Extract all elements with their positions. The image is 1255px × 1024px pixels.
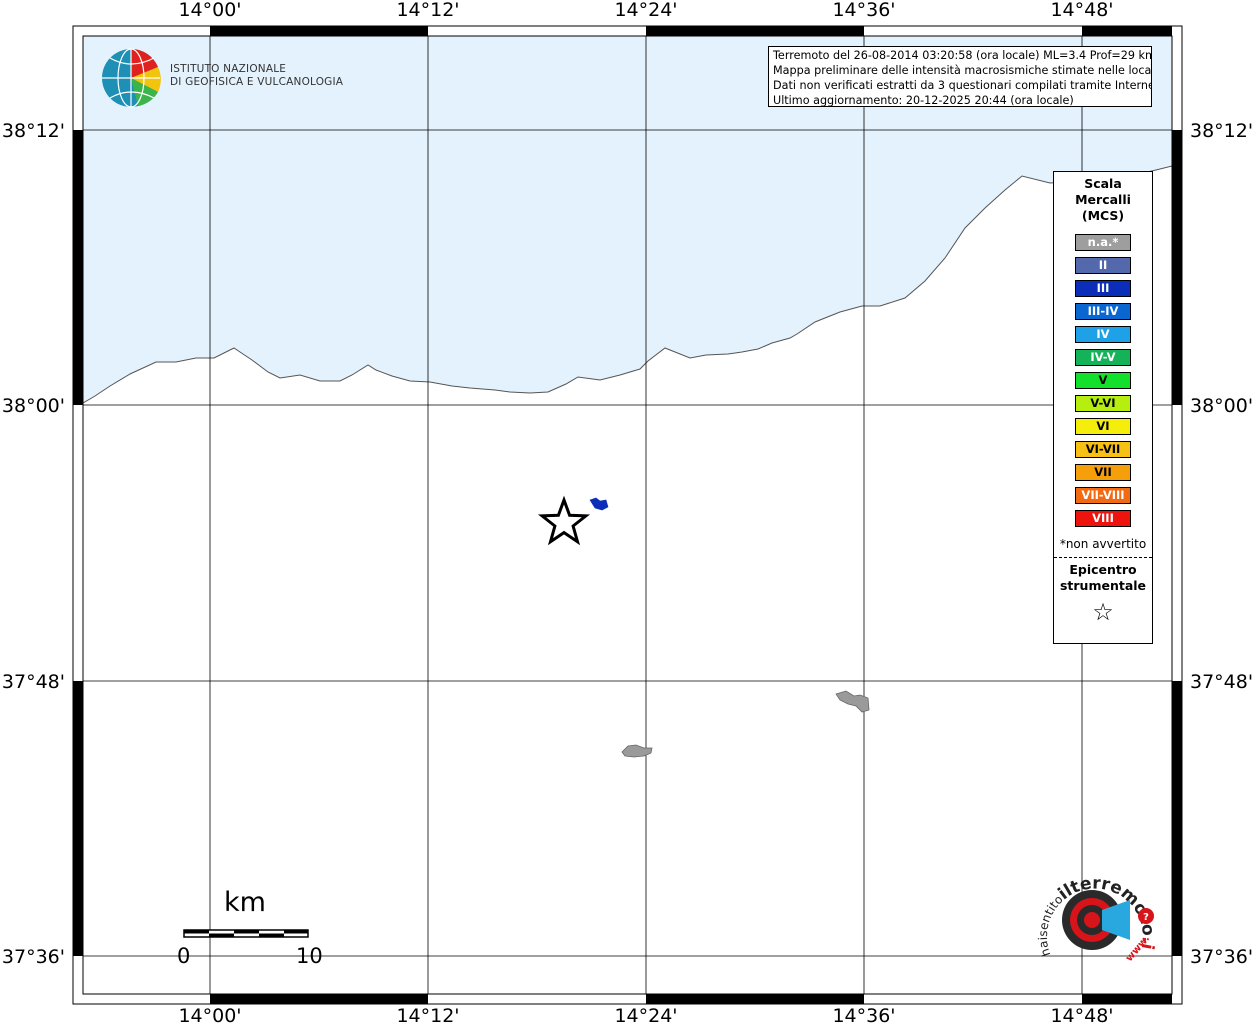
lat-label: 38°12'	[2, 120, 65, 142]
legend-swatch: IV	[1075, 326, 1131, 343]
legend-swatch: VI-VII	[1075, 441, 1131, 458]
lat-label: 37°36'	[1190, 946, 1253, 968]
lat-labels-right: 38°12' 38°00' 37°48' 37°36'	[1190, 120, 1253, 968]
institute-name: ISTITUTO NAZIONALE DI GEOFISICA E VULCAN…	[170, 63, 343, 89]
lat-label: 37°48'	[1190, 671, 1253, 693]
lat-label: 38°00'	[2, 395, 65, 417]
lon-label: 14°36'	[832, 0, 895, 21]
lon-label: 14°36'	[832, 1005, 895, 1024]
lat-label: 37°36'	[2, 946, 65, 968]
institute-name-line1: ISTITUTO NAZIONALE	[170, 63, 287, 75]
institute-name-line2: DI GEOFISICA E VULCANOLOGIA	[170, 76, 344, 88]
lon-label: 14°48'	[1050, 1005, 1113, 1024]
legend-epicenter-label: Epicentro strumentale	[1054, 562, 1152, 594]
lon-label: 14°12'	[396, 0, 459, 21]
legend-swatch: IV-V	[1075, 349, 1131, 366]
event-info-line4: Ultimo aggiornamento: 20-12-2025 20:44 (…	[773, 94, 1074, 107]
legend-swatch: VII-VIII	[1075, 487, 1131, 504]
scale-unit: km	[224, 887, 266, 918]
lon-label: 14°24'	[614, 1005, 677, 1024]
legend-title-line3: (MCS)	[1081, 208, 1125, 223]
event-info-line1: Terremoto del 26-08-2014 03:20:58 (ora l…	[773, 49, 1152, 62]
legend-title-line1: Scala	[1084, 176, 1122, 191]
scale-bar	[183, 929, 309, 938]
lon-label: 14°12'	[396, 1005, 459, 1024]
legend-note: *non avvertito	[1059, 537, 1147, 551]
legend-swatch: III-IV	[1075, 303, 1131, 320]
legend-swatch: VIII	[1075, 510, 1131, 527]
scale-min: 0	[177, 944, 191, 968]
event-info-box: Terremoto del 26-08-2014 03:20:58 (ora l…	[768, 46, 1152, 107]
legend-swatch: VI	[1075, 418, 1131, 435]
lon-labels-bottom: 14°00' 14°12' 14°24' 14°36' 14°48'	[178, 1005, 1113, 1024]
legend-swatch: VII	[1075, 464, 1131, 481]
lat-labels-left: 38°12' 38°00' 37°48' 37°36'	[2, 120, 65, 968]
lon-label: 14°24'	[614, 0, 677, 21]
legend-divider	[1054, 557, 1152, 558]
mcs-legend: Scala Mercalli (MCS) n.a.* II III III-IV IV I…	[1053, 171, 1153, 644]
legend-swatches: n.a.* II III III-IV IV IV-V V V-VI VI VI-VII VII VI…	[1054, 234, 1152, 527]
event-info-line3: Dati non verificati estratti da 3 questi…	[773, 79, 1152, 92]
legend-title: Scala Mercalli (MCS)	[1054, 176, 1152, 224]
lat-label: 38°00'	[1190, 395, 1253, 417]
legend-swatch: V-VI	[1075, 395, 1131, 412]
legend-swatch: II	[1075, 257, 1131, 274]
legend-swatch: n.a.*	[1075, 234, 1131, 251]
svg-text:?: ?	[1143, 912, 1149, 923]
lat-label: 38°12'	[1190, 120, 1253, 142]
legend-epicenter-line1: Epicentro	[1069, 562, 1137, 577]
lat-label: 37°48'	[2, 671, 65, 693]
legend-swatch: III	[1075, 280, 1131, 297]
legend-star-icon: ☆	[1092, 598, 1114, 626]
scale-max: 10	[296, 944, 323, 968]
lon-labels-top: 14°00' 14°12' 14°24' 14°36' 14°48'	[178, 0, 1113, 21]
haisentito-logo: haisentitoilterremoto.it www. ?	[1030, 862, 1158, 964]
legend-swatch: V	[1075, 372, 1131, 389]
lon-label: 14°48'	[1050, 0, 1113, 21]
legend-title-line2: Mercalli	[1075, 192, 1131, 207]
legend-epicenter-line2: strumentale	[1059, 578, 1147, 593]
lon-label: 14°00'	[178, 0, 241, 21]
event-info-line2: Mappa preliminare delle intensità macros…	[773, 64, 1152, 77]
lon-label: 14°00'	[178, 1005, 241, 1024]
